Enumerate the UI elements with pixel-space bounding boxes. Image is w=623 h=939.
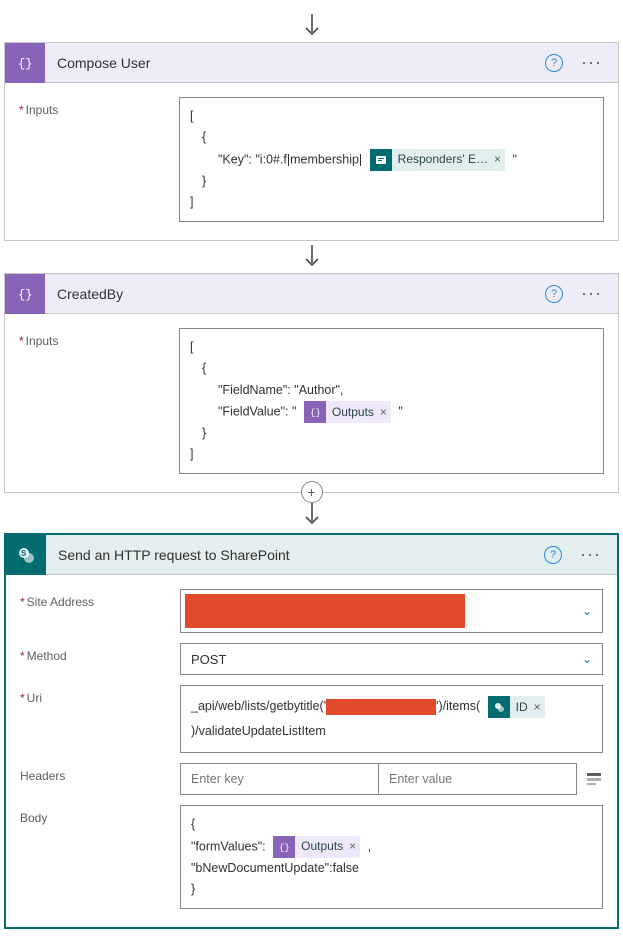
uri-field[interactable]: _api/web/lists/getbytitle('')/items( ID … <box>180 685 603 753</box>
chevron-down-icon: ⌄ <box>582 604 592 618</box>
chevron-down-icon: ⌄ <box>582 652 592 666</box>
flow-arrow <box>4 10 619 42</box>
help-icon[interactable]: ? <box>544 546 562 564</box>
action-header[interactable]: {} CreatedBy ? ··· <box>5 274 618 314</box>
help-icon[interactable]: ? <box>545 54 563 72</box>
header-value-input[interactable] <box>379 764 576 794</box>
svg-text:{}: {} <box>310 408 321 418</box>
arrow-down-icon <box>304 499 320 527</box>
svg-text:{}: {} <box>18 57 32 71</box>
action-body: Inputs [ { "FieldName": "Author", "Field… <box>5 314 618 492</box>
sharepoint-icon: S <box>6 535 46 575</box>
compose-token-icon: {} <box>273 836 295 858</box>
token-remove[interactable]: × <box>349 836 356 856</box>
forms-icon <box>370 149 392 171</box>
add-step-button[interactable]: + <box>301 481 323 503</box>
compose-token-icon: {} <box>304 401 326 423</box>
svg-text:{}: {} <box>279 843 290 853</box>
svg-text:S: S <box>21 549 27 558</box>
body-field[interactable]: { "formValues": {} Outputs × , "bNewDocu… <box>180 805 603 909</box>
more-menu[interactable]: ··· <box>574 544 607 565</box>
compose-icon: {} <box>5 43 45 83</box>
arrow-down-icon <box>304 14 320 38</box>
action-http-sharepoint[interactable]: S Send an HTTP request to SharePoint ? ·… <box>4 533 619 929</box>
redacted-site-value <box>185 594 465 628</box>
action-body: Inputs [ { "Key": "i:0#.f|membership| Re… <box>5 83 618 240</box>
help-icon[interactable]: ? <box>545 285 563 303</box>
site-address-label: Site Address <box>20 589 180 609</box>
token-responders-email[interactable]: Responders' E… × <box>370 149 505 171</box>
inputs-label: Inputs <box>19 97 179 117</box>
method-label: Method <box>20 643 180 663</box>
site-address-select[interactable]: ⌄ <box>180 589 603 633</box>
action-created-by[interactable]: {} CreatedBy ? ··· Inputs [ { "FieldName… <box>4 273 619 493</box>
headers-kv <box>180 763 603 795</box>
token-remove[interactable]: × <box>380 402 387 422</box>
token-remove[interactable]: × <box>534 695 541 719</box>
more-menu[interactable]: ··· <box>575 52 608 73</box>
redacted-list-title <box>326 699 436 715</box>
action-title: Compose User <box>57 55 533 71</box>
text-mode-toggle-icon[interactable] <box>585 770 603 788</box>
uri-label: Uri <box>20 685 180 705</box>
compose-icon: {} <box>5 274 45 314</box>
more-menu[interactable]: ··· <box>575 283 608 304</box>
arrow-down-icon <box>304 245 320 269</box>
action-title: CreatedBy <box>57 286 533 302</box>
svg-text:{}: {} <box>18 288 32 302</box>
action-title: Send an HTTP request to SharePoint <box>58 547 532 563</box>
token-remove[interactable]: × <box>494 149 501 169</box>
token-outputs[interactable]: {} Outputs × <box>273 836 360 858</box>
flow-arrow: + <box>4 493 619 533</box>
token-id[interactable]: ID × <box>488 696 545 718</box>
headers-label: Headers <box>20 763 180 783</box>
sharepoint-token-icon <box>488 696 510 718</box>
inputs-field[interactable]: [ { "Key": "i:0#.f|membership| Responder… <box>179 97 604 222</box>
token-outputs[interactable]: {} Outputs × <box>304 401 391 423</box>
action-compose-user[interactable]: {} Compose User ? ··· Inputs [ { "Key": … <box>4 42 619 241</box>
inputs-label: Inputs <box>19 328 179 348</box>
flow-arrow <box>4 241 619 273</box>
inputs-field[interactable]: [ { "FieldName": "Author", "FieldValue":… <box>179 328 604 474</box>
body-label: Body <box>20 805 180 825</box>
action-body: Site Address ⌄ Method POST ⌄ Uri _a <box>6 575 617 927</box>
method-select[interactable]: POST ⌄ <box>180 643 603 675</box>
action-header[interactable]: {} Compose User ? ··· <box>5 43 618 83</box>
method-value: POST <box>191 652 226 667</box>
action-header[interactable]: S Send an HTTP request to SharePoint ? ·… <box>6 535 617 575</box>
header-key-input[interactable] <box>181 764 378 794</box>
